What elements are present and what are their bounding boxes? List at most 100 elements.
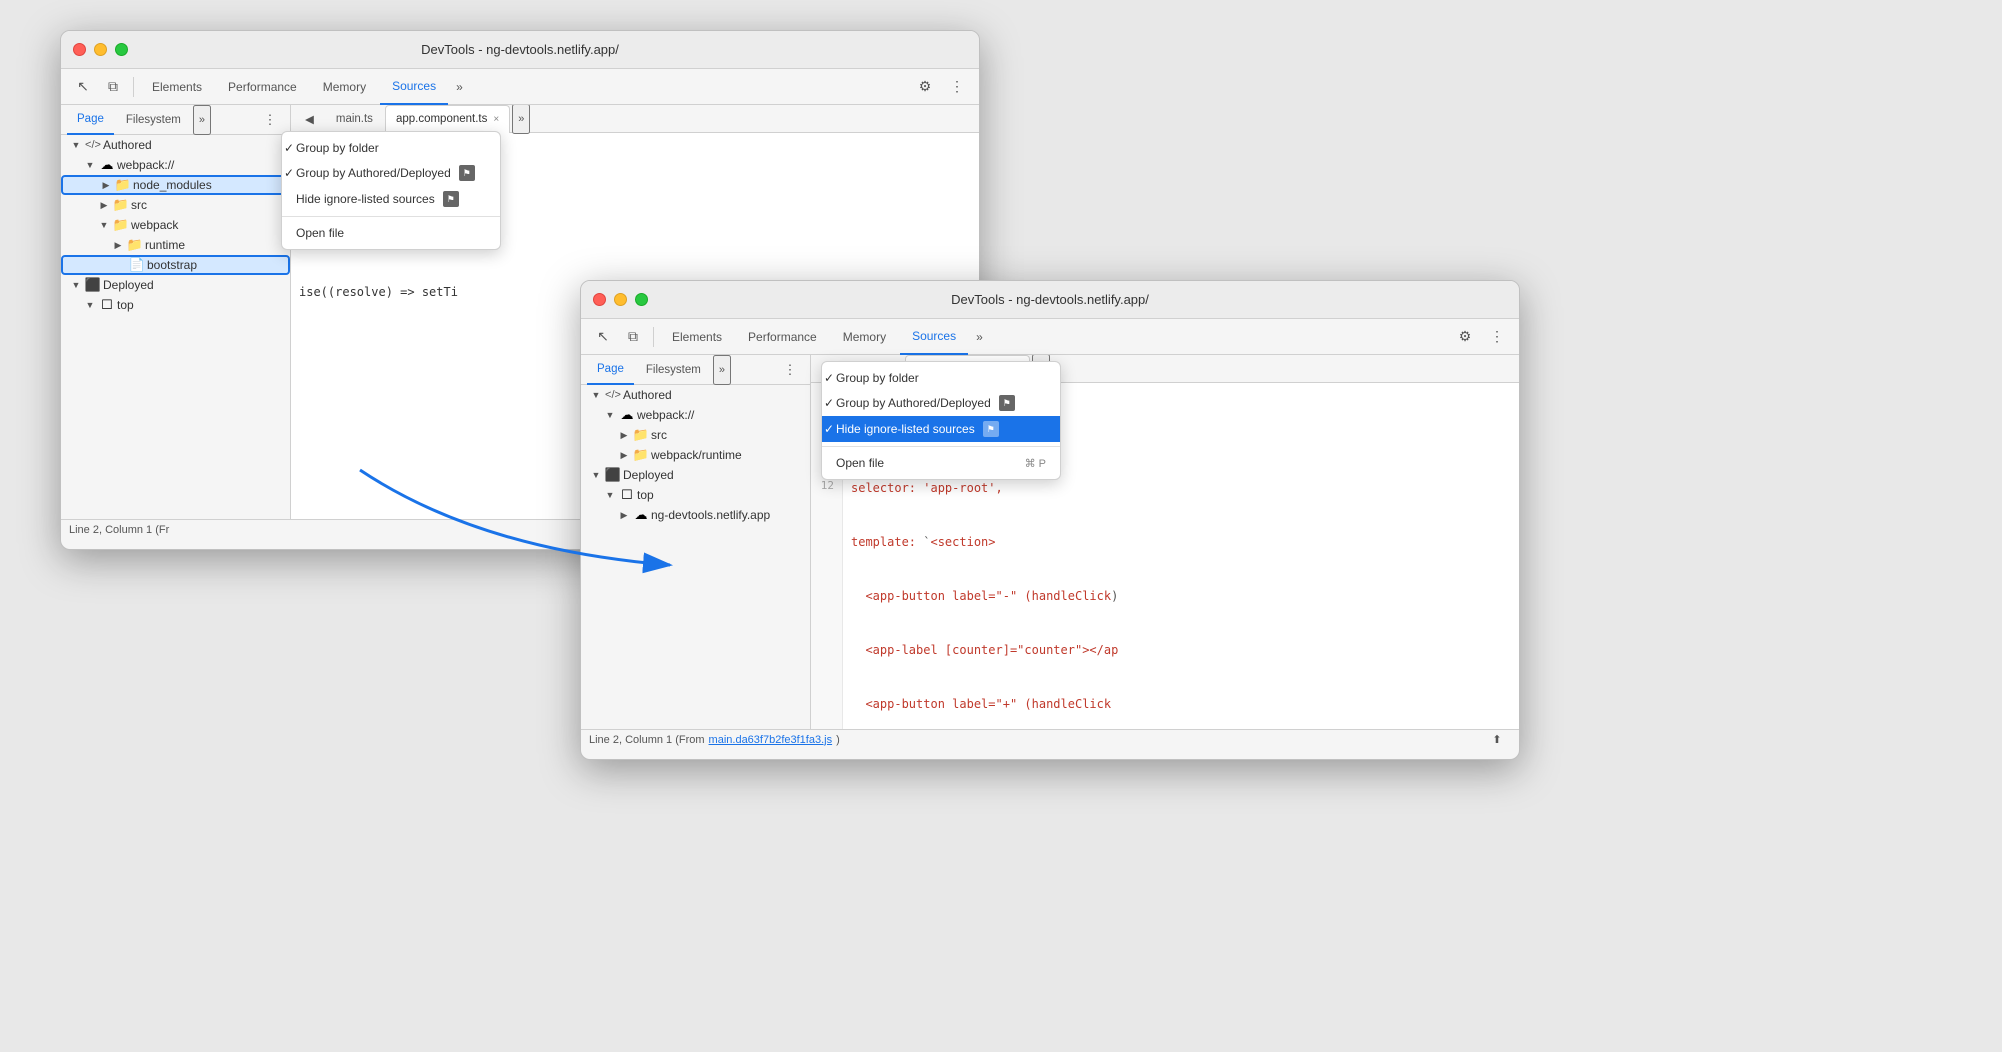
code-line-8-2: selector: 'app-root', — [851, 479, 1118, 497]
panel-menu-1[interactable]: ⋮ — [256, 106, 284, 134]
close-button-1[interactable] — [73, 43, 86, 56]
sidebar-1: Page Filesystem » ⋮ </> Authored ☁ webpa… — [61, 105, 291, 519]
badge-hide-ignore-2: ⚑ — [983, 421, 999, 437]
tree-runtime-1[interactable]: 📁 runtime — [61, 235, 290, 255]
top-arrow-1 — [83, 298, 97, 312]
menu-label-hide-ignore-2: Hide ignore-listed sources — [836, 422, 975, 436]
webpack-runtime-arrow-2 — [617, 448, 631, 462]
tree-src-2[interactable]: 📁 src — [581, 425, 810, 445]
badge-group-authored-1: ⚑ — [459, 165, 475, 181]
panel-tab-filesystem-2[interactable]: Filesystem — [636, 355, 711, 385]
top-label-2: top — [637, 488, 654, 502]
panel-menu-2[interactable]: ⋮ — [776, 356, 804, 384]
deployed-icon-2: ⬛ — [605, 467, 621, 483]
panel-more-2[interactable]: » — [713, 355, 731, 385]
toolbar-more-1[interactable]: » — [450, 69, 469, 105]
runtime-label-1: runtime — [145, 238, 185, 252]
tab-performance-1[interactable]: Performance — [216, 69, 309, 105]
minimize-button-1[interactable] — [94, 43, 107, 56]
tree-deployed-2[interactable]: ⬛ Deployed — [581, 465, 810, 485]
menu-group-authored-1[interactable]: Group by Authored/Deployed ⚑ — [282, 160, 500, 186]
panel-tab-page-1[interactable]: Page — [67, 105, 114, 135]
tree-webpack-folder-1[interactable]: 📁 webpack — [61, 215, 290, 235]
tree-deployed-1[interactable]: ⬛ Deployed — [61, 275, 290, 295]
file-icon-bootstrap-1: 📄 — [129, 257, 145, 273]
status-link-2[interactable]: main.da63f7b2fe3f1fa3.js — [709, 734, 833, 746]
menu-open-file-1[interactable]: Open file — [282, 221, 500, 245]
tree-top-1[interactable]: ☐ top — [61, 295, 290, 315]
webpack-folder-arrow-1 — [97, 218, 111, 232]
badge-group-authored-2: ⚑ — [999, 395, 1015, 411]
status-text-1: Line 2, Column 1 (Fr — [69, 524, 169, 536]
tree-ng-devtools-2[interactable]: ☁ ng-devtools.netlify.app — [581, 505, 810, 525]
cursor-icon-2[interactable]: ↖ — [589, 323, 617, 351]
deployed-icon-1: ⬛ — [85, 277, 101, 293]
code-line-10-2: <app-button label="-" (handleClick) — [851, 587, 1118, 605]
tree-top-2[interactable]: ☐ top — [581, 485, 810, 505]
tab-elements-2[interactable]: Elements — [660, 319, 734, 355]
panel-tab-filesystem-1[interactable]: Filesystem — [116, 105, 191, 135]
layers-icon[interactable]: ⧉ — [99, 73, 127, 101]
gear-icon-1[interactable]: ⚙ — [911, 73, 939, 101]
top-icon-1: ☐ — [99, 297, 115, 313]
webpack-arrow-1 — [83, 158, 97, 172]
tab-memory-2[interactable]: Memory — [831, 319, 898, 355]
toolbar-2: ↖ ⧉ Elements Performance Memory Sources … — [581, 319, 1519, 355]
tree-node-modules-1[interactable]: 📁 node_modules — [61, 175, 290, 195]
panel-tabs-1: Page Filesystem » ⋮ — [61, 105, 290, 135]
tree-webpack-1[interactable]: ☁ webpack:// — [61, 155, 290, 175]
toolbar-separator-2 — [653, 327, 654, 347]
editor-tab-back-1[interactable]: ◀ — [295, 105, 324, 133]
menu-hide-ignore-2[interactable]: Hide ignore-listed sources ⚑ — [822, 416, 1060, 442]
status-icon-2[interactable]: ⬆ — [1483, 726, 1511, 754]
menu-group-folder-1[interactable]: Group by folder — [282, 136, 500, 160]
panel-tab-page-2[interactable]: Page — [587, 355, 634, 385]
webpack-label-2: webpack:// — [637, 408, 694, 422]
tree-webpack-2[interactable]: ☁ webpack:// — [581, 405, 810, 425]
editor-tab-app-1[interactable]: app.component.ts × — [385, 105, 510, 133]
dots-icon-1[interactable]: ⋮ — [943, 73, 971, 101]
tab-sources-2[interactable]: Sources — [900, 319, 968, 355]
toolbar-right-2: ⚙ ⋮ — [1451, 323, 1511, 351]
layers-icon-2[interactable]: ⧉ — [619, 323, 647, 351]
dots-icon-2[interactable]: ⋮ — [1483, 323, 1511, 351]
tree-src-1[interactable]: 📁 src — [61, 195, 290, 215]
tab-elements-1[interactable]: Elements — [140, 69, 214, 105]
toolbar-1: ↖ ⧉ Elements Performance Memory Sources … — [61, 69, 979, 105]
window-title-1: DevTools - ng-devtools.netlify.app/ — [421, 42, 619, 57]
window-title-2: DevTools - ng-devtools.netlify.app/ — [951, 292, 1149, 307]
webpack-runtime-label-2: webpack/runtime — [651, 448, 742, 462]
code-line-9-2: template: `<section> — [851, 533, 1118, 551]
tree-bootstrap-1[interactable]: 📄 bootstrap — [61, 255, 290, 275]
close-button-2[interactable] — [593, 293, 606, 306]
editor-tabs-more-1[interactable]: » — [512, 105, 530, 134]
tab-performance-2[interactable]: Performance — [736, 319, 829, 355]
tree-authored-1[interactable]: </> Authored — [61, 135, 290, 155]
panel-more-1[interactable]: » — [193, 105, 211, 135]
code-line-11-2: <app-label [counter]="counter"></ap — [851, 641, 1118, 659]
top-arrow-2 — [603, 488, 617, 502]
menu-hide-ignore-1[interactable]: Hide ignore-listed sources ⚑ — [282, 186, 500, 212]
src-label-1: src — [131, 198, 147, 212]
maximize-button-2[interactable] — [635, 293, 648, 306]
toolbar-more-2[interactable]: » — [970, 319, 989, 355]
tree-webpack-runtime-2[interactable]: 📁 webpack/runtime — [581, 445, 810, 465]
folder-icon-node-modules-1: 📁 — [115, 177, 131, 193]
menu-group-authored-2[interactable]: Group by Authored/Deployed ⚑ — [822, 390, 1060, 416]
minimize-button-2[interactable] — [614, 293, 627, 306]
gear-icon-2[interactable]: ⚙ — [1451, 323, 1479, 351]
tab-memory-1[interactable]: Memory — [311, 69, 378, 105]
editor-tab-main-1[interactable]: main.ts — [326, 105, 383, 133]
tab-sources-1[interactable]: Sources — [380, 69, 448, 105]
tree-authored-2[interactable]: </> Authored — [581, 385, 810, 405]
menu-group-folder-2[interactable]: Group by folder — [822, 366, 1060, 390]
bootstrap-arrow-1 — [113, 258, 127, 272]
editor-tab-app-close-1[interactable]: × — [493, 114, 499, 125]
authored-arrow-2 — [589, 388, 603, 402]
menu-label-open-file-2: Open file — [836, 456, 884, 470]
menu-open-file-2[interactable]: Open file ⌘ P — [822, 451, 1060, 475]
menu-label-hide-ignore-1: Hide ignore-listed sources — [296, 192, 435, 206]
cursor-icon[interactable]: ↖ — [69, 73, 97, 101]
cloud-icon-ng-2: ☁ — [633, 507, 649, 523]
maximize-button-1[interactable] — [115, 43, 128, 56]
